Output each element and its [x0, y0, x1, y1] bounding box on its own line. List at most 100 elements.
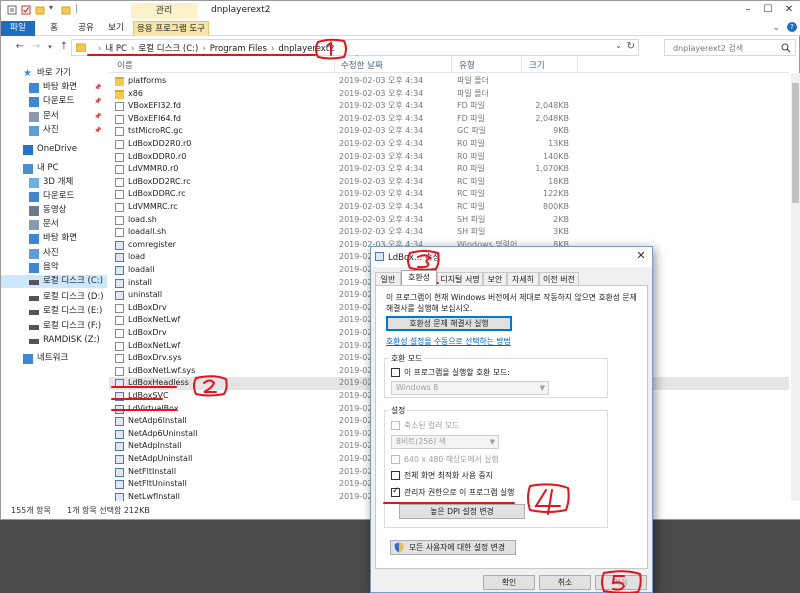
compat-mode-select[interactable]: Windows 8 ▼	[391, 381, 549, 395]
file-row[interactable]: LdVMMR0.r0 2019-02-03 오후 4:34 R0 파일 1,070KB	[109, 163, 789, 176]
application-icon	[115, 392, 124, 401]
sidebar-item-label: 바탕 화면	[43, 82, 77, 92]
tab-digital-signature[interactable]: 디지털 서명	[437, 272, 483, 285]
file-row[interactable]: LdBoxDD2RC.rc 2019-02-03 오후 4:34 RC 파일 18KB	[109, 176, 789, 189]
sidebar-item[interactable]: 로컬 디스크 (D:)	[1, 291, 107, 304]
recent-locations-button[interactable]: ▾	[43, 40, 57, 54]
sidebar-item[interactable]: 문서 📌	[1, 110, 107, 123]
file-row[interactable]: LdVMMRC.rc 2019-02-03 오후 4:34 RC 파일 800KB	[109, 201, 789, 214]
run-troubleshooter-button[interactable]: 호환성 문제 해결사 실행	[386, 316, 512, 331]
sidebar-item[interactable]: 다운로드	[1, 190, 107, 203]
quick-access-dropdown-icon[interactable]: ▾	[49, 3, 59, 13]
scrollbar-thumb[interactable]	[792, 83, 799, 203]
file-row[interactable]: load.sh 2019-02-03 오후 4:34 SH 파일 2KB	[109, 214, 789, 227]
file-name: NetAdp6Uninstall	[128, 428, 198, 438]
close-button[interactable]: ✕	[780, 3, 798, 17]
breadcrumb-item[interactable]: 내 PC	[105, 44, 127, 54]
file-row[interactable]: VBoxEFI64.fd 2019-02-03 오후 4:34 FD 파일 2,048…	[109, 113, 789, 126]
minimize-button[interactable]: –	[739, 3, 757, 17]
tab-view[interactable]: 보기	[105, 21, 127, 36]
file-name: LdBoxDD2R0.r0	[128, 139, 192, 148]
forward-button[interactable]: →	[29, 40, 43, 54]
sidebar-item[interactable]: 다운로드 📌	[1, 95, 107, 108]
sidebar-item[interactable]: 사진	[1, 247, 107, 260]
sidebar-item-label: 동영상	[43, 205, 67, 215]
manual-settings-link[interactable]: 호환성 설정을 수동으로 선택하는 방법	[386, 336, 511, 347]
sidebar-item[interactable]: 로컬 디스크 (F:)	[1, 320, 107, 333]
file-row[interactable]: LdBoxDD2R0.r0 2019-02-03 오후 4:34 R0 파일 13KB	[109, 138, 789, 151]
properties-icon[interactable]	[7, 5, 17, 15]
tab-share[interactable]: 공유	[73, 21, 99, 36]
file-row[interactable]: x86 2019-02-03 오후 4:34 파일 폴더	[109, 88, 789, 101]
column-divider[interactable]	[521, 57, 522, 73]
back-button[interactable]: ←	[13, 40, 27, 54]
sidebar-item[interactable]: OneDrive	[1, 143, 107, 156]
sidebar-item[interactable]: RAMDISK (Z:)	[1, 334, 107, 347]
breadcrumb-item[interactable]: 로컬 디스크 (C:)	[138, 44, 198, 54]
sidebar-item[interactable]: 문서	[1, 218, 107, 231]
ribbon-expand-icon[interactable]: ⌄	[773, 23, 780, 32]
sidebar-item[interactable]: 로컬 디스크 (E:)	[1, 305, 107, 318]
dialog-close-button[interactable]: ✕	[633, 249, 649, 262]
column-name[interactable]: 이름	[117, 59, 133, 71]
sidebar-item[interactable]: 3D 개체	[1, 176, 107, 189]
column-date[interactable]: 수정한 날짜	[341, 59, 383, 71]
file-row[interactable]: VBoxEFI32.fd 2019-02-03 오후 4:34 FD 파일 2,048…	[109, 100, 789, 113]
high-dpi-settings-button[interactable]: 높은 DPI 설정 변경	[399, 504, 525, 519]
breadcrumb-item[interactable]: dnplayerext2	[278, 44, 334, 54]
checkmark-icon[interactable]	[21, 5, 31, 15]
disable-fullscreen-opt-checkbox[interactable]	[391, 471, 400, 480]
resolution-640-checkbox[interactable]	[391, 455, 400, 464]
sidebar-item[interactable]: 내 PC	[1, 162, 107, 175]
all-users-settings-button[interactable]: 모든 사용자에 대한 설정 변경	[390, 540, 516, 555]
tab-previous-versions[interactable]: 이전 버전	[539, 272, 579, 285]
search-input[interactable]: dnplayerext2 검색	[664, 39, 796, 56]
sidebar-item[interactable]: 바탕 화면	[1, 232, 107, 245]
file-name: LdVMMRC.rc	[128, 202, 178, 211]
tab-details[interactable]: 자세히	[507, 272, 539, 285]
breadcrumb-item[interactable]: Program Files	[210, 44, 267, 54]
file-row[interactable]: platforms 2019-02-03 오후 4:34 파일 폴더	[109, 75, 789, 88]
cancel-button[interactable]: 취소	[539, 575, 591, 590]
sidebar-item[interactable]: 로컬 디스크 (C:)	[1, 275, 107, 288]
ok-button[interactable]: 확인	[483, 575, 535, 590]
tab-general[interactable]: 일반	[375, 272, 401, 285]
column-divider[interactable]	[577, 57, 578, 73]
sidebar-item[interactable]: 바탕 화면 📌	[1, 81, 107, 94]
file-row[interactable]: loadall.sh 2019-02-03 오후 4:34 SH 파일 3KB	[109, 226, 789, 239]
file-row[interactable]: LdBoxDDR0.r0 2019-02-03 오후 4:34 R0 파일 140KB	[109, 151, 789, 164]
tab-compatibility[interactable]: 호환성	[401, 270, 437, 285]
address-dropdown-icon[interactable]: ⌄	[615, 41, 622, 50]
application-icon	[115, 429, 124, 439]
column-divider[interactable]	[451, 57, 452, 73]
file-row[interactable]: LdBoxDDRC.rc 2019-02-03 오후 4:34 RC 파일 122KB	[109, 188, 789, 201]
new-folder-icon[interactable]	[35, 5, 45, 15]
help-icon[interactable]: ?	[787, 22, 797, 32]
run-as-admin-checkbox[interactable]	[391, 486, 400, 497]
file-date: 2019-02-03 오후 4:34	[339, 113, 424, 123]
sidebar-item[interactable]: 동영상	[1, 204, 107, 217]
file-row[interactable]: tstMicroRC.gc 2019-02-03 오후 4:34 GC 파일 9KB	[109, 125, 789, 138]
sidebar-item[interactable]: 사진 📌	[1, 124, 107, 137]
compat-mode-checkbox[interactable]	[391, 368, 400, 377]
column-type[interactable]: 유형	[459, 59, 475, 71]
refresh-icon[interactable]: ↻	[627, 41, 635, 52]
tab-application-tools[interactable]: 응용 프로그램 도구	[133, 21, 209, 36]
document-icon	[29, 112, 39, 122]
file-date: 2019-02-03 오후 4:34	[339, 101, 424, 111]
sidebar-item[interactable]: ★ 바로 가기	[1, 67, 107, 80]
tab-home[interactable]: 홈	[45, 21, 63, 36]
tab-file[interactable]: 파일	[1, 21, 35, 36]
apply-button[interactable]: 적용	[595, 575, 647, 590]
reduced-color-checkbox[interactable]	[391, 421, 400, 430]
up-button[interactable]: ↑	[57, 40, 71, 54]
tab-security[interactable]: 보안	[483, 272, 507, 285]
color-mode-select[interactable]: 8비트(256) 색 ▼	[391, 435, 499, 449]
column-divider[interactable]	[334, 57, 335, 73]
compat-mode-group: 호환 모드 이 프로그램을 실행할 호환 모드: Windows 8 ▼	[384, 353, 608, 398]
sidebar-item[interactable]: 음악	[1, 261, 107, 274]
vertical-scrollbar[interactable]	[791, 73, 800, 501]
maximize-button[interactable]: ☐	[759, 3, 777, 17]
column-size[interactable]: 크기	[529, 59, 545, 71]
sidebar-item[interactable]: 네트워크	[1, 352, 107, 365]
